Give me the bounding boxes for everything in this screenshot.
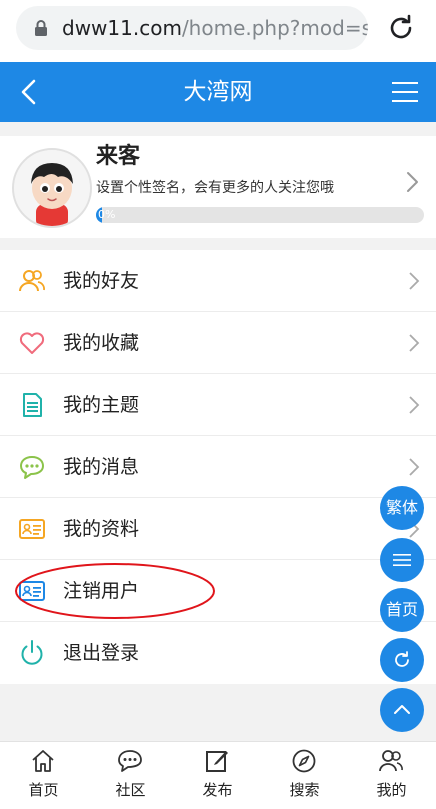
list-menu-button[interactable] bbox=[380, 538, 424, 582]
reload-icon[interactable] bbox=[385, 12, 417, 44]
url-text: dww11.com/home.php?mod=spac bbox=[62, 16, 368, 40]
url-domain: dww11.com bbox=[62, 16, 182, 40]
lock-icon bbox=[35, 20, 47, 36]
browser-url-bar: dww11.com/home.php?mod=spac bbox=[0, 0, 436, 62]
menu-item-deregister[interactable]: 注销用户 bbox=[0, 560, 436, 622]
menu-item-favorites[interactable]: 我的收藏 bbox=[0, 312, 436, 374]
id-card-icon bbox=[19, 581, 45, 601]
avatar-icon bbox=[14, 150, 90, 226]
fab-home-button[interactable]: 首页 bbox=[380, 588, 424, 632]
site-title: 大湾网 bbox=[183, 79, 253, 105]
compass-icon bbox=[292, 749, 316, 773]
back-to-top-button[interactable] bbox=[380, 688, 424, 732]
nav-home[interactable]: 首页 bbox=[0, 742, 87, 809]
menu-item-threads[interactable]: 我的主题 bbox=[0, 374, 436, 436]
menu-item-label: 我的收藏 bbox=[63, 332, 140, 354]
url-path: /home.php?mod=spac bbox=[181, 16, 368, 40]
nav-community[interactable]: 社区 bbox=[87, 742, 174, 809]
refresh-button[interactable] bbox=[380, 638, 424, 682]
profile-card[interactable]: 来客 设置个性签名，会有更多的人关注您哦 0% bbox=[0, 136, 436, 238]
address-field[interactable]: dww11.com/home.php?mod=spac bbox=[16, 6, 368, 50]
menu-item-label: 我的消息 bbox=[63, 456, 140, 478]
edit-icon bbox=[206, 751, 228, 772]
message-icon bbox=[20, 456, 44, 479]
menu-item-label: 我的主题 bbox=[63, 394, 140, 416]
chevron-right-icon bbox=[409, 458, 420, 476]
signature-hint[interactable]: 设置个性签名，会有更多的人关注您哦 bbox=[96, 178, 334, 198]
nav-label: 发布 bbox=[202, 781, 233, 799]
profile-progress-bar: 0% bbox=[96, 207, 424, 223]
chevron-right-icon bbox=[407, 172, 418, 192]
menu-item-label: 我的资料 bbox=[63, 518, 140, 540]
nav-mine[interactable]: 我的 bbox=[348, 742, 435, 809]
chevron-right-icon bbox=[409, 334, 420, 352]
user-icon bbox=[379, 750, 403, 772]
account-menu: 我的好友 我的收藏 我的主题 我的消息 我的资料 注销用户 退出登录 bbox=[0, 250, 436, 684]
menu-item-logout[interactable]: 退出登录 bbox=[0, 622, 436, 684]
power-icon bbox=[21, 640, 43, 665]
progress-text: 0% bbox=[98, 208, 116, 221]
friends-icon bbox=[19, 270, 45, 292]
chat-icon bbox=[118, 750, 142, 772]
bottom-nav: 首页 社区 发布 搜索 我的 bbox=[0, 741, 436, 809]
nav-label: 我的 bbox=[376, 781, 407, 799]
chevron-right-icon bbox=[409, 272, 420, 290]
app-header: 大湾网 bbox=[0, 62, 436, 122]
traditional-chinese-button[interactable]: 繁体 bbox=[380, 486, 424, 530]
heart-icon bbox=[19, 332, 45, 354]
chevron-up-icon bbox=[394, 705, 410, 714]
menu-item-label: 退出登录 bbox=[63, 642, 140, 664]
profile-name: 来客 bbox=[96, 144, 141, 169]
menu-item-profile[interactable]: 我的资料 bbox=[0, 498, 436, 560]
menu-item-label: 我的好友 bbox=[63, 270, 140, 292]
menu-item-messages[interactable]: 我的消息 bbox=[0, 436, 436, 498]
list-icon bbox=[393, 554, 411, 566]
chevron-right-icon bbox=[409, 396, 420, 414]
menu-item-friends[interactable]: 我的好友 bbox=[0, 250, 436, 312]
document-icon bbox=[23, 393, 42, 417]
id-card-icon bbox=[19, 519, 45, 539]
home-icon bbox=[32, 750, 54, 772]
hamburger-menu-icon[interactable] bbox=[392, 80, 418, 104]
nav-publish[interactable]: 发布 bbox=[174, 742, 261, 809]
avatar[interactable] bbox=[12, 148, 92, 228]
nav-search[interactable]: 搜索 bbox=[261, 742, 348, 809]
nav-label: 首页 bbox=[28, 781, 59, 799]
menu-item-label: 注销用户 bbox=[63, 580, 140, 602]
nav-label: 社区 bbox=[115, 781, 146, 799]
refresh-icon bbox=[395, 651, 409, 667]
nav-label: 搜索 bbox=[289, 781, 320, 799]
